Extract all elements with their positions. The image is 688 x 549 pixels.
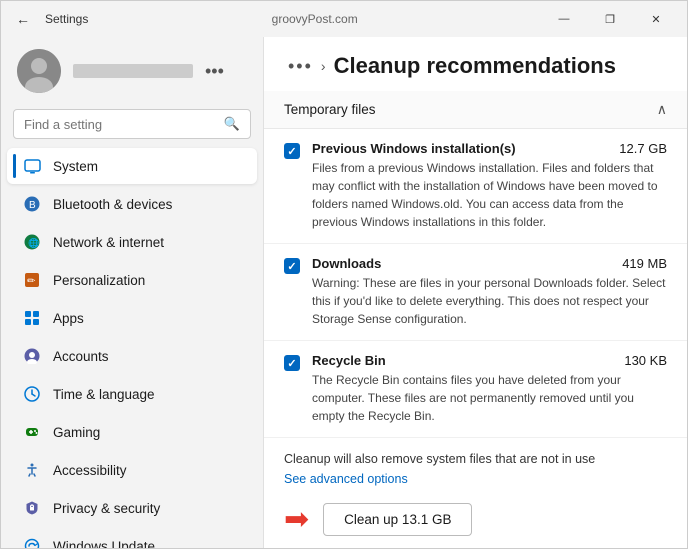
accessibility-icon [23,461,41,479]
sidebar-item-label-personalization: Personalization [53,273,145,288]
time-icon [23,385,41,403]
search-icon: 🔍 [224,116,240,132]
user-name-bar [73,64,193,78]
accounts-icon [23,347,41,365]
sidebar-item-apps[interactable]: Apps [7,300,257,336]
item-downloads-title-row: Downloads 419 MB [312,256,667,271]
personalization-icon: ✏ [23,271,41,289]
sidebar-item-accessibility[interactable]: Accessibility [7,452,257,488]
sidebar-item-network[interactable]: 🌐 Network & internet [7,224,257,260]
search-input[interactable] [24,117,216,132]
item-recycle-content: Recycle Bin 130 KB The Recycle Bin conta… [312,353,667,425]
network-icon: 🌐 [23,233,41,251]
maximize-button[interactable]: ❐ [587,3,633,35]
breadcrumb-chevron: › [321,58,326,74]
sidebar-item-update[interactable]: Windows Update [7,528,257,548]
minimize-button[interactable]: — [541,3,587,35]
cleanup-button[interactable]: Clean up 13.1 GB [323,503,472,536]
sidebar-item-system[interactable]: System [7,148,257,184]
gaming-icon [23,423,41,441]
list-item: Recycle Bin 130 KB The Recycle Bin conta… [264,341,687,438]
window-controls: — ❐ ✕ [541,3,679,35]
user-section: ••• [1,37,263,105]
svg-text:✏: ✏ [27,276,36,287]
settings-window: ← Settings groovyPost.com — ❐ ✕ ••• [0,0,688,549]
sidebar-item-label-network: Network & internet [53,235,164,250]
sidebar: ••• 🔍 System B Bluetooth & devices [1,37,263,548]
footer-section: Cleanup will also remove system files th… [264,438,687,488]
sidebar-item-bluetooth[interactable]: B Bluetooth & devices [7,186,257,222]
back-button[interactable]: ← [9,5,37,33]
item-prev-windows-title: Previous Windows installation(s) [312,141,516,156]
item-downloads-desc: Warning: These are files in your persona… [312,274,667,328]
sidebar-item-accounts[interactable]: Accounts [7,338,257,374]
cleanup-button-area: ➡ Clean up 13.1 GB [264,488,687,548]
sidebar-item-label-time: Time & language [53,387,155,402]
item-recycle-size: 130 KB [624,353,667,368]
svg-text:B: B [29,200,36,211]
item-prev-windows-title-row: Previous Windows installation(s) 12.7 GB [312,141,667,156]
sidebar-item-time[interactable]: Time & language [7,376,257,412]
search-box[interactable]: 🔍 [13,109,251,139]
item-prev-windows-desc: Files from a previous Windows installati… [312,159,667,231]
item-recycle-title: Recycle Bin [312,353,386,368]
footer-note: Cleanup will also remove system files th… [284,452,667,466]
bluetooth-icon: B [23,195,41,213]
arrow-icon: ➡ [284,502,309,537]
close-button[interactable]: ✕ [633,3,679,35]
checkbox-recycle[interactable] [284,355,300,371]
section-label: Temporary files [284,102,376,117]
panel-header: ••• › Cleanup recommendations [264,37,687,91]
sidebar-item-label-system: System [53,159,98,174]
right-panel: ••• › Cleanup recommendations Temporary … [263,37,687,548]
sidebar-item-label-update: Windows Update [53,539,155,549]
privacy-icon [23,499,41,517]
sidebar-item-label-gaming: Gaming [53,425,100,440]
section-header: Temporary files ∧ [264,91,687,129]
sidebar-item-label-accessibility: Accessibility [53,463,127,478]
avatar [17,49,61,93]
item-downloads-title: Downloads [312,256,381,271]
item-recycle-title-row: Recycle Bin 130 KB [312,353,667,368]
sidebar-item-gaming[interactable]: Gaming [7,414,257,450]
collapse-button[interactable]: ∧ [657,101,667,118]
main-layout: ••• 🔍 System B Bluetooth & devices [1,37,687,548]
titlebar: ← Settings groovyPost.com — ❐ ✕ [1,1,687,37]
item-downloads-content: Downloads 419 MB Warning: These are file… [312,256,667,328]
update-icon [23,537,41,548]
advanced-options-link[interactable]: See advanced options [284,472,408,486]
panel-more-button[interactable]: ••• [288,56,313,77]
window-title: Settings [45,12,88,26]
sidebar-item-label-accounts: Accounts [53,349,109,364]
list-item: Downloads 419 MB Warning: These are file… [264,244,687,341]
url-bar: groovyPost.com [88,12,541,26]
user-more-button[interactable]: ••• [205,61,224,82]
checkbox-downloads[interactable] [284,258,300,274]
list-item: Previous Windows installation(s) 12.7 GB… [264,129,687,244]
sidebar-item-label-apps: Apps [53,311,84,326]
svg-text:🌐: 🌐 [28,237,39,248]
apps-icon [23,309,41,327]
checkbox-prev-windows[interactable] [284,143,300,159]
system-icon [23,157,41,175]
sidebar-item-label-privacy: Privacy & security [53,501,160,516]
sidebar-item-personalization[interactable]: ✏ Personalization [7,262,257,298]
item-prev-windows-content: Previous Windows installation(s) 12.7 GB… [312,141,667,231]
sidebar-item-privacy[interactable]: Privacy & security [7,490,257,526]
page-title: Cleanup recommendations [334,53,616,79]
item-recycle-desc: The Recycle Bin contains files you have … [312,371,667,425]
item-downloads-size: 419 MB [622,256,667,271]
sidebar-item-label-bluetooth: Bluetooth & devices [53,197,172,212]
item-prev-windows-size: 12.7 GB [619,141,667,156]
